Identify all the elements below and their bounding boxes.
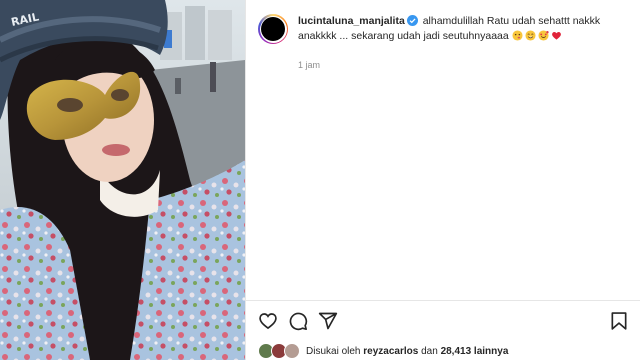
bookmark-icon[interactable] [609, 311, 629, 331]
post-details-panel: lucintaluna_manjalita alhamdulillah Ratu… [245, 0, 640, 360]
liker-username-link[interactable]: reyzacarlos [363, 346, 418, 357]
caption-line-1: alhamdulillah Ratu udah sehattt nakkk [422, 15, 601, 27]
comment-icon[interactable] [288, 311, 308, 331]
heart-icon[interactable] [258, 311, 278, 331]
caption-text: lucintaluna_manjalita alhamdulillah Ratu… [298, 14, 620, 44]
face-emoji-icon [512, 30, 523, 41]
share-icon[interactable] [318, 311, 338, 331]
likes-prefix: Disukai oleh [306, 345, 361, 357]
caption-comment: lucintaluna_manjalita alhamdulillah Ratu… [258, 14, 628, 44]
liker-avatars [258, 343, 300, 359]
likes-summary: Disukai oleh reyzacarlos dan 28,413 lain… [258, 343, 508, 359]
likes-connector: dan [421, 345, 438, 357]
instagram-post: RAIL lucintaluna_manjalita alhamdulillah… [0, 0, 640, 360]
caption-line-2: anakkkk ... sekarang udah jadi seutuhnya… [298, 30, 509, 42]
smiling-face-with-hearts-emoji-icon [538, 30, 549, 41]
selfie-photo-illustration: RAIL [0, 0, 245, 360]
liker-avatar[interactable] [284, 343, 300, 359]
verified-badge-icon [406, 15, 418, 26]
post-photo[interactable]: RAIL [0, 0, 245, 360]
comment-timestamp[interactable]: 1 jam [298, 60, 320, 70]
red-heart-emoji-icon [551, 31, 561, 40]
username-link[interactable]: lucintaluna_manjalita [298, 15, 405, 27]
likes-count-link[interactable]: 28,413 lainnya [441, 346, 509, 357]
avatar-story-ring[interactable] [258, 14, 288, 44]
avatar[interactable] [261, 17, 285, 41]
smiling-face-emoji-icon [525, 30, 536, 41]
action-bar: Disukai oleh reyzacarlos dan 28,413 lain… [246, 300, 640, 360]
